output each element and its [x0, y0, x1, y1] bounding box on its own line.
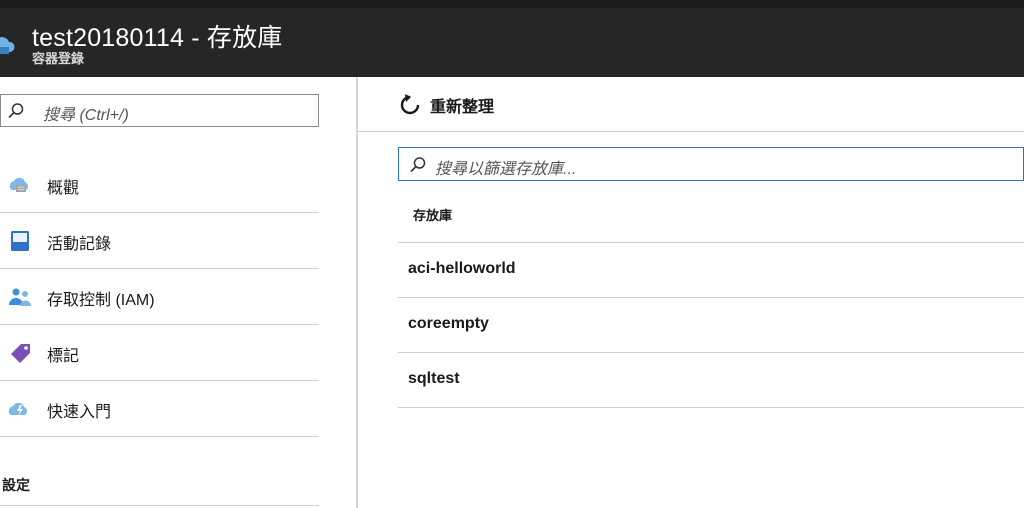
menu-search-input[interactable]: 搜尋 (Ctrl+/) — [0, 94, 319, 127]
table-row[interactable]: aci-helloworld — [398, 243, 1024, 298]
refresh-icon — [400, 94, 420, 115]
table-row[interactable]: sqltest — [398, 353, 1024, 408]
refresh-button[interactable]: 重新整理 — [398, 91, 494, 119]
sidebar-item-overview[interactable]: 概觀 — [0, 157, 319, 213]
sidebar-item-label: 快速入門 — [47, 404, 112, 421]
access-control-icon — [9, 288, 31, 306]
activity-log-icon — [11, 231, 29, 251]
search-icon — [410, 157, 426, 173]
sidebar-item-label: 標記 — [47, 348, 80, 365]
section-heading-settings: 設定 — [2, 477, 30, 493]
column-header-label: 存放庫 — [413, 208, 453, 223]
cloud-overview-icon — [9, 177, 29, 192]
repository-name: sqltest — [408, 370, 460, 387]
tag-icon — [11, 344, 30, 363]
column-header-repository[interactable]: 存放庫 — [398, 187, 1024, 243]
table-row[interactable]: coreempty — [398, 298, 1024, 353]
container-registry-icon — [0, 37, 15, 54]
search-icon — [8, 103, 24, 119]
top-strip — [0, 0, 1024, 8]
command-bar: 重新整理 — [358, 77, 1024, 132]
sidebar-item-activity-log[interactable]: 活動記錄 — [0, 213, 319, 269]
refresh-label: 重新整理 — [430, 99, 495, 116]
blade-header: test20180114 - 存放庫 容器登錄 — [0, 8, 1024, 77]
filter-placeholder: 搜尋以篩選存放庫... — [435, 161, 577, 178]
repositories-pane: 重新整理 搜尋以篩選存放庫... 存放庫 aci-helloworld core… — [358, 77, 1024, 508]
resource-menu: 搜尋 (Ctrl+/) 概觀 活動記錄 存取控制 (IAM) 標記 快速入門 設… — [0, 77, 358, 508]
sidebar-item-tags[interactable]: 標記 — [0, 325, 319, 381]
page-subtitle: 容器登錄 — [32, 51, 85, 66]
sidebar-item-quickstart[interactable]: 快速入門 — [0, 381, 319, 437]
divider — [0, 505, 319, 506]
sidebar-item-label: 活動記錄 — [47, 236, 112, 253]
sidebar-item-label: 概觀 — [47, 180, 80, 197]
repository-filter-input[interactable]: 搜尋以篩選存放庫... — [398, 147, 1024, 181]
sidebar-item-access-control[interactable]: 存取控制 (IAM) — [0, 269, 319, 325]
repository-name: coreempty — [408, 315, 489, 332]
repository-name: aci-helloworld — [408, 260, 516, 277]
sidebar-item-label: 存取控制 (IAM) — [47, 292, 155, 309]
quickstart-cloud-icon — [8, 402, 28, 416]
menu-search-placeholder: 搜尋 (Ctrl+/) — [43, 107, 129, 124]
